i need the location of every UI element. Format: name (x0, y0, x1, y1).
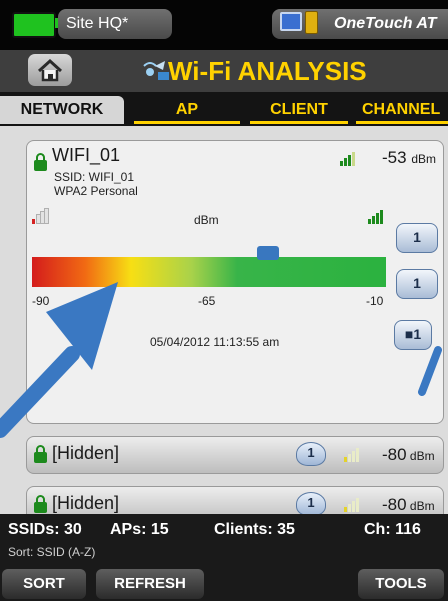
access-points-button[interactable]: 1 (396, 223, 438, 253)
rssi-unit: dBm (406, 449, 435, 463)
callout-arrow-left (0, 282, 118, 438)
connect-button[interactable]: 1 (396, 269, 438, 299)
site-selector-button[interactable]: Site HQ* (58, 9, 172, 39)
sort-button[interactable]: SORT (2, 569, 86, 599)
ap-count-total: APs: 15 (110, 521, 169, 538)
client-count: 1 (413, 275, 421, 291)
rssi-value: -80 dBm (382, 495, 435, 515)
rssi-number: -80 (382, 495, 407, 514)
security-type: WPA2 Personal (54, 184, 138, 198)
lock-icon (34, 495, 47, 513)
callout-arrow-right (418, 346, 442, 396)
site-name: Site HQ* (66, 15, 129, 32)
rssi-unit: dBm (411, 152, 436, 166)
rssi-number: -53 (382, 148, 407, 167)
tab-network[interactable]: NETWORK (0, 96, 124, 124)
lock-icon (34, 445, 47, 463)
wifi-analysis-icon (143, 61, 169, 80)
lock-icon (34, 153, 47, 171)
tools-button[interactable]: TOOLS (358, 569, 444, 599)
network-name: WIFI_01 (52, 145, 121, 165)
rssi-value: -80 dBm (382, 445, 435, 465)
remote-display-icon[interactable] (280, 12, 302, 31)
usb-storage-icon[interactable] (305, 11, 318, 34)
network-name: [Hidden] (52, 443, 120, 463)
access-point-marker-icon (257, 246, 279, 260)
channel-count: Ch: 116 (364, 521, 421, 538)
rssi-value: -53 dBm (382, 148, 436, 168)
refresh-button[interactable]: REFRESH (96, 569, 204, 599)
scale-mid: -65 (198, 294, 216, 308)
clients-icon: ■1 (404, 326, 422, 342)
min-signal-icon (32, 208, 50, 224)
client-count-total: Clients: 35 (214, 521, 295, 538)
rssi-unit: dBm (406, 499, 435, 513)
tab-ap[interactable]: AP (134, 96, 240, 124)
signal-strength-icon (344, 448, 362, 462)
scale-max: -10 (366, 294, 384, 308)
home-button[interactable] (28, 54, 72, 86)
sort-status: Sort: SSID (A-Z) (8, 545, 96, 559)
ap-count: 1 (413, 229, 421, 245)
access-point-icon: 1 (296, 442, 326, 466)
signal-strength-icon (344, 498, 362, 512)
tab-channel[interactable]: CHANNEL (356, 96, 448, 124)
max-signal-icon (368, 210, 386, 224)
scale-unit-label: dBm (194, 213, 219, 227)
rssi-number: -80 (382, 445, 407, 464)
ssid-line: SSID: WIFI_01 (54, 170, 135, 184)
tab-client[interactable]: CLIENT (250, 96, 348, 124)
ssid-count: SSIDs: 30 (8, 521, 82, 538)
network-name: [Hidden] (52, 493, 120, 513)
access-point-icon: 1 (296, 492, 326, 516)
battery-icon (12, 12, 56, 38)
page-title: Wi-Fi ANALYSIS (168, 56, 367, 86)
device-name: OneTouch AT (334, 15, 437, 32)
clients-button[interactable]: ■1 (394, 320, 432, 350)
timestamp: 05/04/2012 11:13:55 am (150, 335, 280, 349)
home-icon (37, 58, 63, 82)
signal-strength-icon (340, 152, 358, 166)
